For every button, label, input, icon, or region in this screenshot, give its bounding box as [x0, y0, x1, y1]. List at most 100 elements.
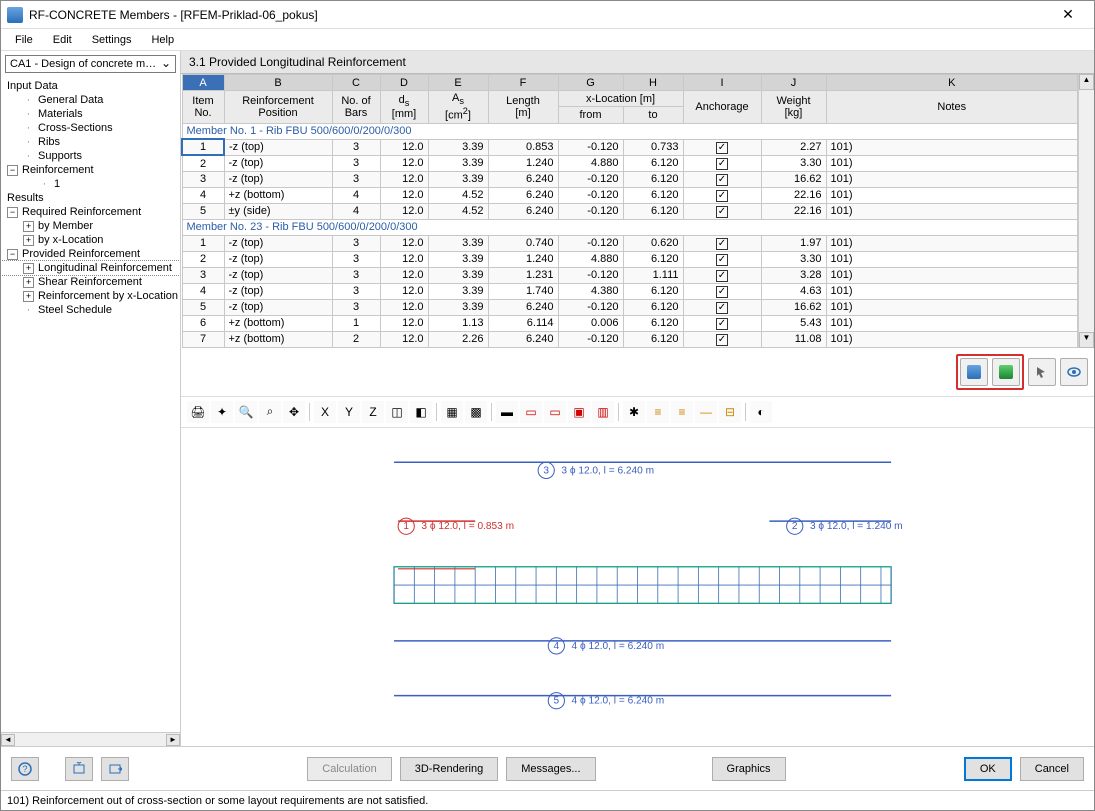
export-button-2[interactable]	[101, 757, 129, 781]
close-button[interactable]: ✕	[1048, 6, 1088, 23]
result-button-4[interactable]: ▥	[592, 401, 614, 423]
tree-reinforcement-1[interactable]: ·1	[1, 177, 180, 191]
anchorage-checkbox[interactable]: ✓	[716, 190, 728, 202]
tree-provided-reinf[interactable]: −Provided Reinforcement	[1, 247, 180, 261]
col-D[interactable]: D	[380, 75, 428, 91]
reinforcement-table[interactable]: A B C D E F G H I J K	[181, 74, 1078, 348]
ok-button[interactable]: OK	[964, 757, 1012, 781]
tree-shear-reinf[interactable]: +Shear Reinforcement	[1, 275, 180, 289]
tree-reinf-by-xloc[interactable]: +Reinforcement by x-Location	[1, 289, 180, 303]
print-button[interactable]: 🖨	[187, 401, 209, 423]
tree-input-data[interactable]: Input Data	[1, 79, 180, 93]
view-x-button[interactable]: X	[314, 401, 336, 423]
table-row[interactable]: 5±y (side)412.04.526.240-0.1206.120✓22.1…	[182, 203, 1078, 219]
scroll-down-arrow[interactable]: ▼	[1079, 332, 1094, 348]
tree-longitudinal-reinf[interactable]: +Longitudinal Reinforcement	[1, 261, 180, 275]
result-button-3[interactable]: ▣	[568, 401, 590, 423]
anchorage-checkbox[interactable]: ✓	[716, 270, 728, 282]
anchorage-checkbox[interactable]: ✓	[716, 302, 728, 314]
display-button-1[interactable]: ▦	[441, 401, 463, 423]
anchorage-checkbox[interactable]: ✓	[716, 286, 728, 298]
tree-by-member[interactable]: +by Member	[1, 219, 180, 233]
zoom-button[interactable]: 🔍	[235, 401, 257, 423]
tree-by-xlocation[interactable]: +by x-Location	[1, 233, 180, 247]
anchorage-checkbox[interactable]: ✓	[716, 318, 728, 330]
table-row[interactable]: 2-z (top)312.03.391.2404.8806.120✓3.3010…	[182, 155, 1078, 171]
tree-steel-schedule[interactable]: ·Steel Schedule	[1, 303, 180, 317]
table-row[interactable]: 6+z (bottom)112.01.136.1140.0066.120✓5.4…	[182, 315, 1078, 331]
menu-edit[interactable]: Edit	[43, 32, 82, 48]
color-button[interactable]: ▬	[496, 401, 518, 423]
tree-horizontal-scrollbar[interactable]: ◄ ►	[1, 732, 180, 746]
tree-ribs[interactable]: ·Ribs	[1, 135, 180, 149]
messages-button[interactable]: Messages...	[506, 757, 595, 781]
view-3d-button-tb[interactable]: ◧	[410, 401, 432, 423]
table-row[interactable]: 3-z (top)312.03.391.231-0.1201.111✓3.281…	[182, 267, 1078, 283]
menu-help[interactable]: Help	[141, 32, 184, 48]
table-row[interactable]: 4-z (top)312.03.391.7404.3806.120✓4.6310…	[182, 283, 1078, 299]
col-B[interactable]: B	[224, 75, 332, 91]
col-G[interactable]: G	[558, 75, 623, 91]
table-row[interactable]: 3-z (top)312.03.396.240-0.1206.120✓16.62…	[182, 171, 1078, 187]
cancel-button[interactable]: Cancel	[1020, 757, 1084, 781]
view-z-button[interactable]: Z	[362, 401, 384, 423]
tree-results[interactable]: Results	[1, 191, 180, 205]
anchorage-checkbox[interactable]: ✓	[716, 158, 728, 170]
tree-general-data[interactable]: ·General Data	[1, 93, 180, 107]
scroll-left-arrow[interactable]: ◄	[1, 734, 15, 746]
rendering-button[interactable]: 3D-Rendering	[400, 757, 498, 781]
anchorage-checkbox[interactable]: ✓	[716, 254, 728, 266]
tree-cross-sections[interactable]: ·Cross-Sections	[1, 121, 180, 135]
dim-button-2[interactable]: ≡	[671, 401, 693, 423]
view-3d-button[interactable]	[992, 358, 1020, 386]
graphics-button[interactable]: Graphics	[712, 757, 786, 781]
export-button-1[interactable]	[65, 757, 93, 781]
view-y-button[interactable]: Y	[338, 401, 360, 423]
tree-required-reinf[interactable]: −Required Reinforcement	[1, 205, 180, 219]
dim-button-4[interactable]: ⊟	[719, 401, 741, 423]
table-group-row[interactable]: Member No. 23 - Rib FBU 500/600/0/200/0/…	[182, 219, 1078, 235]
render-button[interactable]: ◐	[750, 401, 772, 423]
table-group-row[interactable]: Member No. 1 - Rib FBU 500/600/0/200/0/3…	[182, 123, 1078, 139]
anchorage-checkbox[interactable]: ✓	[716, 334, 728, 346]
show-details-button[interactable]	[1060, 358, 1088, 386]
table-row[interactable]: 1-z (top)312.03.390.740-0.1200.620✓1.971…	[182, 235, 1078, 251]
scroll-right-arrow[interactable]: ►	[166, 734, 180, 746]
dim-button-3[interactable]: —	[695, 401, 717, 423]
menu-settings[interactable]: Settings	[82, 32, 142, 48]
view-iso-button[interactable]: ◫	[386, 401, 408, 423]
table-row[interactable]: 4+z (bottom)412.04.526.240-0.1206.120✓22…	[182, 187, 1078, 203]
axes-button[interactable]: ✱	[623, 401, 645, 423]
col-J[interactable]: J	[761, 75, 826, 91]
tree-supports[interactable]: ·Supports	[1, 149, 180, 163]
col-H[interactable]: H	[623, 75, 683, 91]
select-member-button[interactable]	[1028, 358, 1056, 386]
anchorage-checkbox[interactable]: ✓	[716, 142, 728, 154]
case-selector[interactable]: CA1 - Design of concrete memb	[5, 55, 176, 73]
calculation-button[interactable]: Calculation	[307, 757, 391, 781]
dim-button-1[interactable]: ≡	[647, 401, 669, 423]
menu-file[interactable]: File	[5, 32, 43, 48]
tree-reinforcement[interactable]: −Reinforcement	[1, 163, 180, 177]
table-row[interactable]: 5-z (top)312.03.396.240-0.1206.120✓16.62…	[182, 299, 1078, 315]
table-vertical-scrollbar[interactable]: ▲ ▼	[1078, 74, 1094, 348]
table-row[interactable]: 7+z (bottom)212.02.266.240-0.1206.120✓11…	[182, 331, 1078, 347]
col-K[interactable]: K	[826, 75, 1078, 91]
anchorage-checkbox[interactable]: ✓	[716, 238, 728, 250]
col-C[interactable]: C	[332, 75, 380, 91]
tree-materials[interactable]: ·Materials	[1, 107, 180, 121]
anchorage-checkbox[interactable]: ✓	[716, 206, 728, 218]
result-button-1[interactable]: ▭	[520, 401, 542, 423]
col-E[interactable]: E	[428, 75, 488, 91]
table-row[interactable]: 2-z (top)312.03.391.2404.8806.120✓3.3010…	[182, 251, 1078, 267]
zoom-window-button[interactable]: ⌕	[259, 401, 281, 423]
view-graphic-button[interactable]	[960, 358, 988, 386]
col-I[interactable]: I	[683, 75, 761, 91]
pick-button[interactable]: ✦	[211, 401, 233, 423]
pan-button[interactable]: ✥	[283, 401, 305, 423]
table-row[interactable]: 1-z (top)312.03.390.853-0.1200.733✓2.271…	[182, 139, 1078, 155]
navigation-tree[interactable]: Input Data ·General Data ·Materials ·Cro…	[1, 77, 180, 732]
help-button[interactable]: ?	[11, 757, 39, 781]
anchorage-checkbox[interactable]: ✓	[716, 174, 728, 186]
display-button-2[interactable]: ▩	[465, 401, 487, 423]
